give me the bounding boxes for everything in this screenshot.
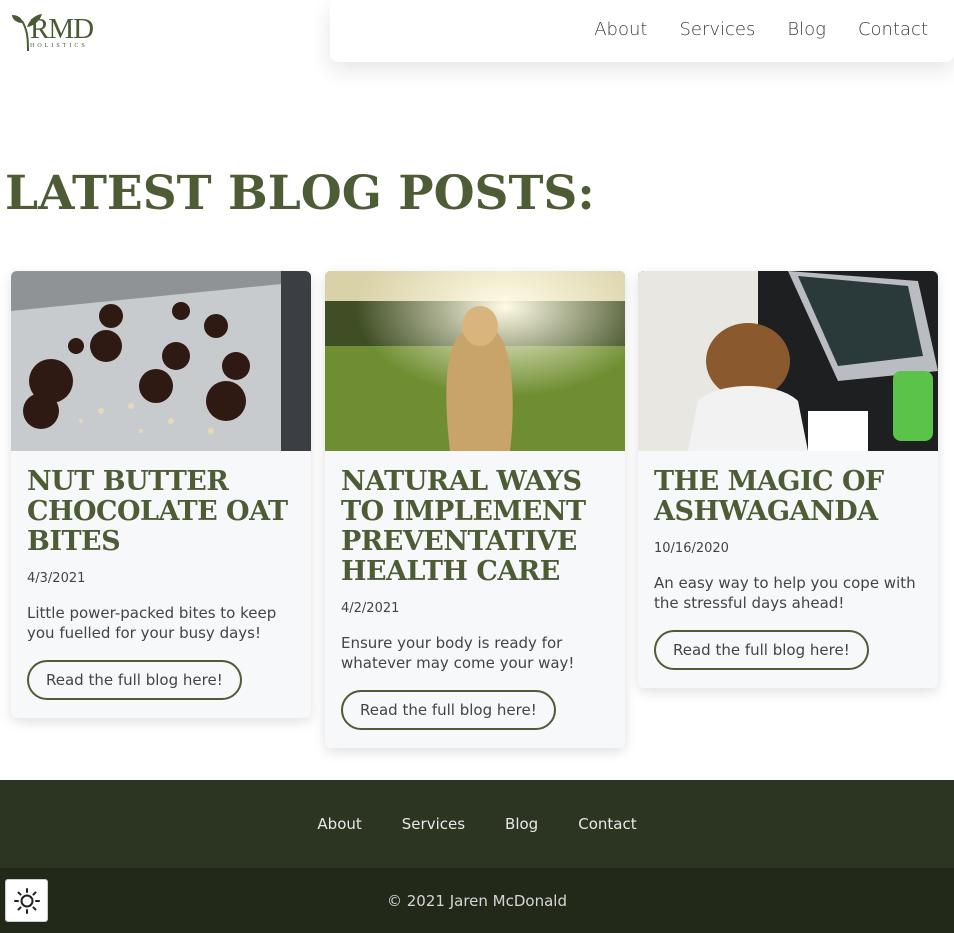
blog-image-desk[interactable] [638, 271, 938, 451]
nav-blog[interactable]: Blog [787, 19, 826, 40]
footer-nav-blog[interactable]: Blog [505, 815, 538, 833]
nav-services[interactable]: Services [679, 19, 755, 40]
post-date: 4/2/2021 [341, 601, 400, 616]
footer-navigation: About Services Blog Contact [0, 780, 954, 868]
copyright: © 2021 Jaren McDonald [0, 868, 954, 933]
site-header: RMD HOLISTICS About Services Blog Contac… [0, 0, 954, 62]
card-body: NATURAL WAYS TO IMPLEMENT PREVENTATIVE H… [325, 451, 625, 748]
blog-card: NUT BUTTER CHOCOLATE OAT BITES 4/3/2021 … [11, 271, 311, 718]
page-title: LATEST BLOG POSTS: [5, 166, 595, 221]
post-description: Ensure your body is ready for whatever m… [341, 634, 575, 672]
read-blog-button[interactable]: Read the full blog here! [654, 630, 869, 670]
post-title[interactable]: NATURAL WAYS TO IMPLEMENT PREVENTATIVE H… [341, 467, 609, 587]
blog-card: THE MAGIC OF ASHWAGANDA 10/16/2020 An ea… [638, 271, 938, 688]
theme-toggle-button[interactable] [5, 879, 48, 922]
top-navigation: About Services Blog Contact [594, 19, 928, 40]
post-description: Little power-packed bites to keep you fu… [27, 604, 277, 642]
post-title[interactable]: THE MAGIC OF ASHWAGANDA [654, 467, 922, 527]
post-title[interactable]: NUT BUTTER CHOCOLATE OAT BITES [27, 467, 295, 557]
blog-image-field[interactable] [325, 271, 625, 451]
logo-text: RMD [30, 13, 94, 45]
site-logo[interactable]: RMD HOLISTICS [10, 9, 102, 53]
nav-contact[interactable]: Contact [858, 19, 928, 40]
footer-nav-contact[interactable]: Contact [578, 815, 636, 833]
footer-nav-about[interactable]: About [317, 815, 361, 833]
nav-about[interactable]: About [594, 19, 647, 40]
post-date: 10/16/2020 [654, 541, 729, 556]
read-blog-button[interactable]: Read the full blog here! [341, 690, 556, 730]
card-body: NUT BUTTER CHOCOLATE OAT BITES 4/3/2021 … [11, 451, 311, 718]
post-description: An easy way to help you cope with the st… [654, 574, 916, 612]
post-date: 4/3/2021 [27, 571, 86, 586]
logo-subtext: HOLISTICS [30, 43, 88, 49]
blog-card: NATURAL WAYS TO IMPLEMENT PREVENTATIVE H… [325, 271, 625, 748]
blog-image-oat-bites[interactable] [11, 271, 311, 451]
card-body: THE MAGIC OF ASHWAGANDA 10/16/2020 An ea… [638, 451, 938, 688]
read-blog-button[interactable]: Read the full blog here! [27, 660, 242, 700]
sun-icon [13, 887, 40, 914]
footer-nav-services[interactable]: Services [402, 815, 465, 833]
